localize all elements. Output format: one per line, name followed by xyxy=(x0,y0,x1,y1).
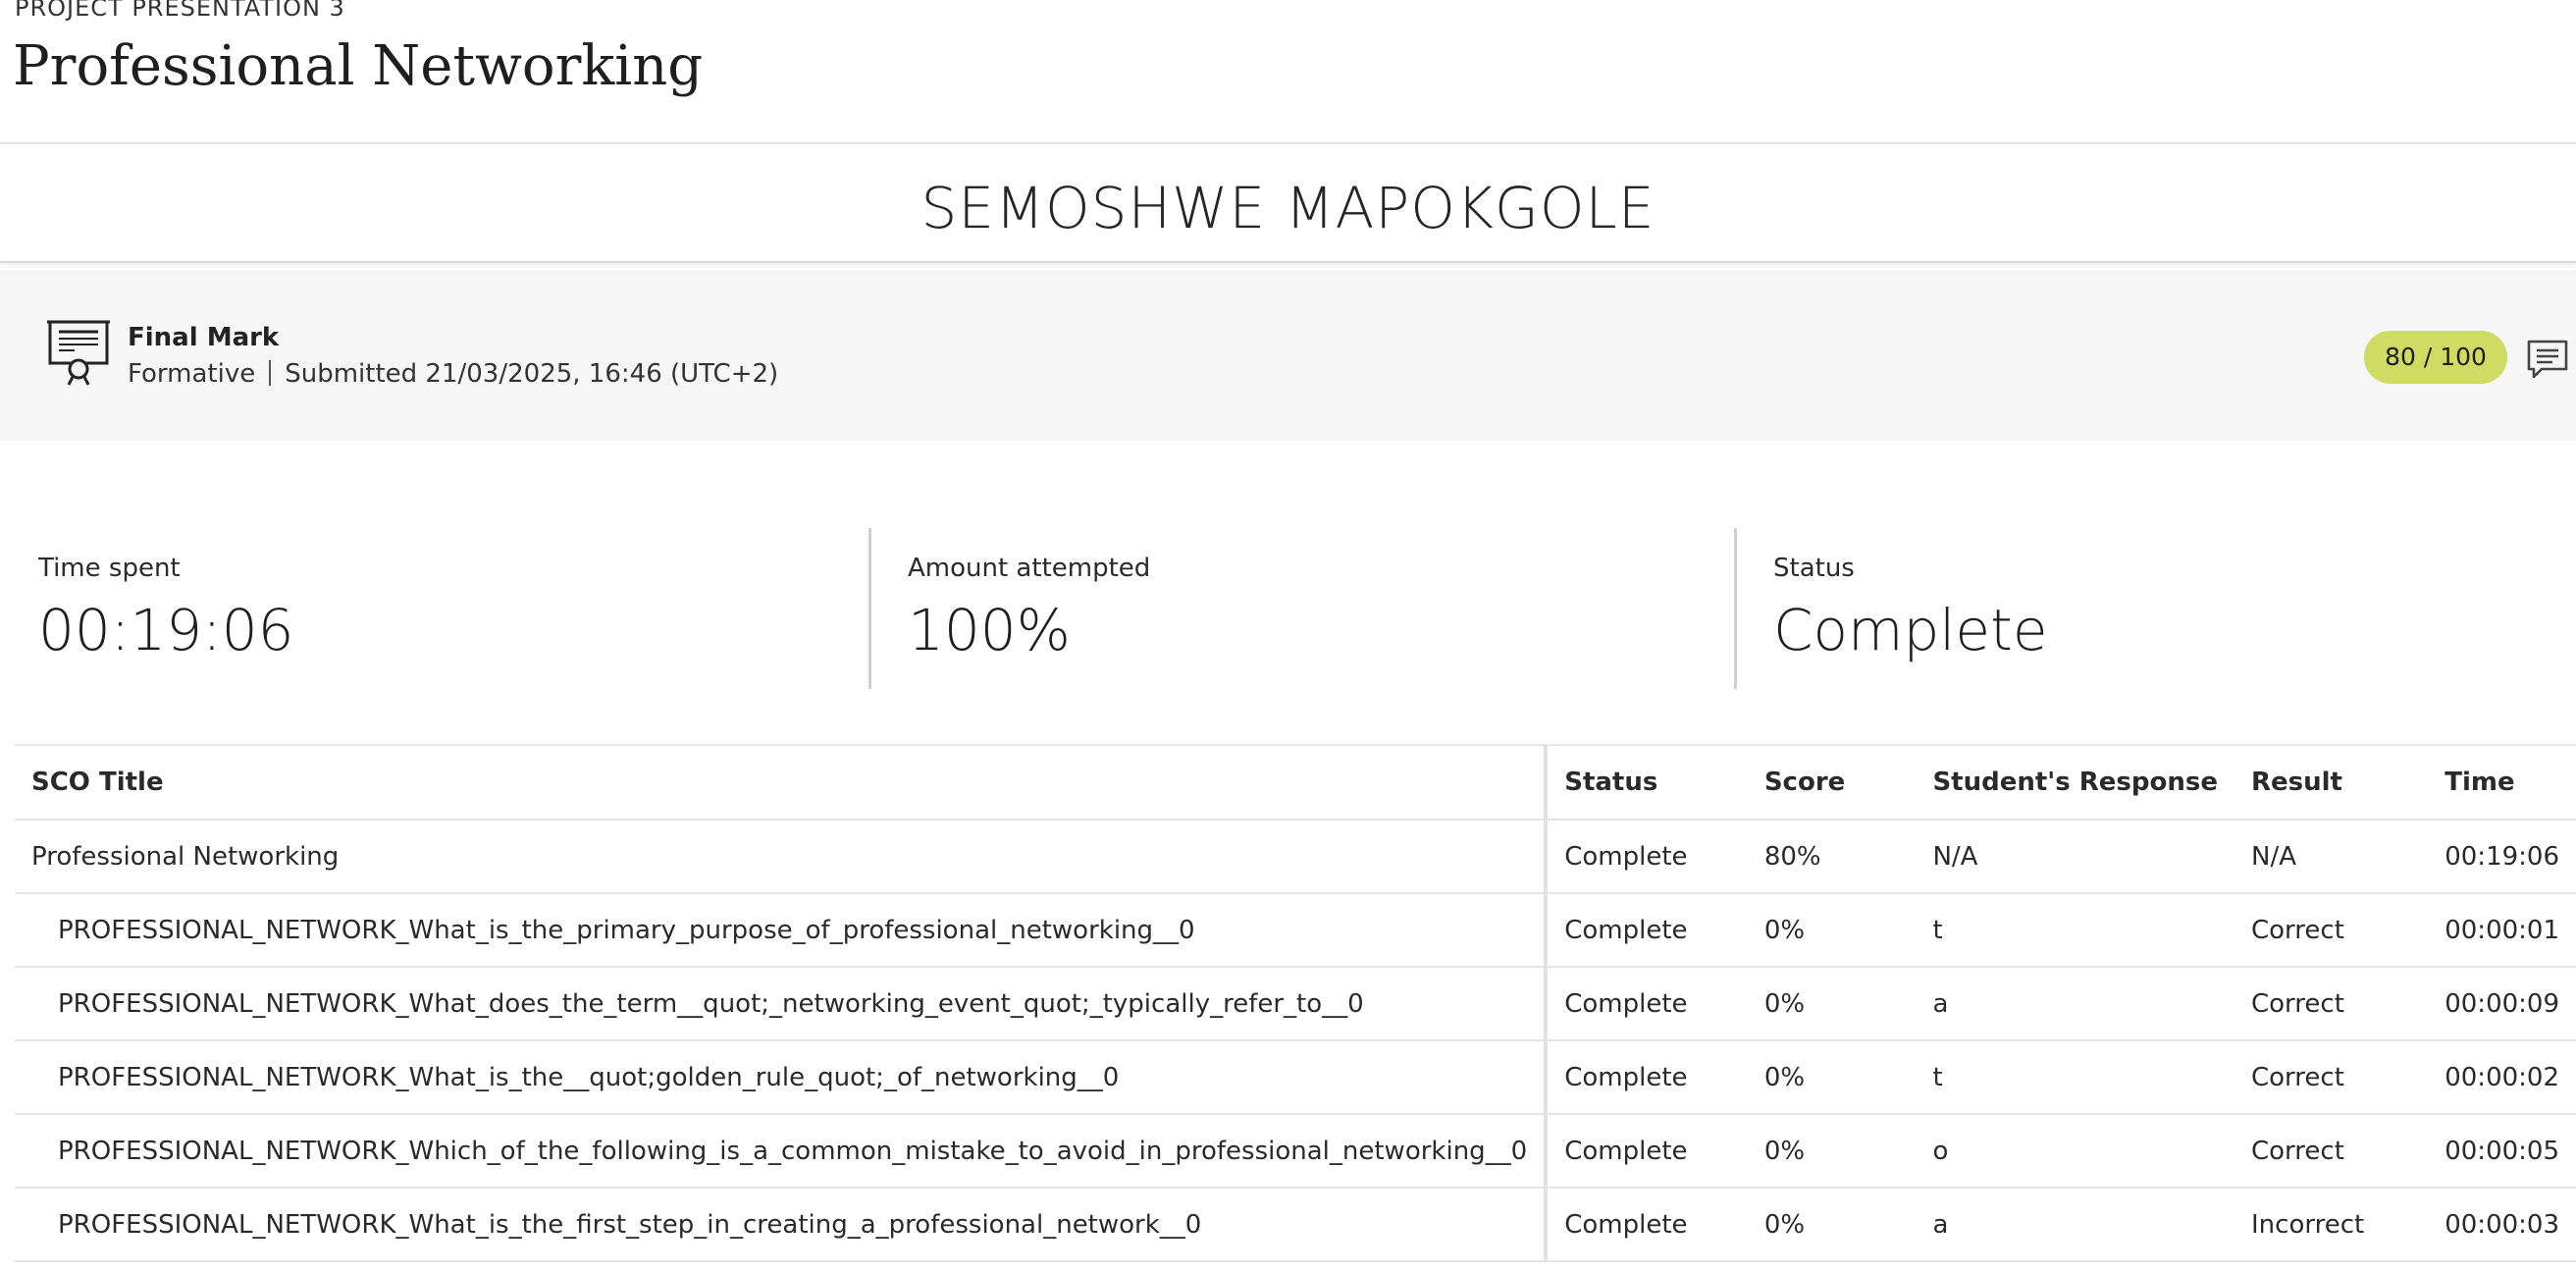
sco-result: Correct xyxy=(2234,893,2429,968)
sco-response: N/A xyxy=(1916,820,2234,894)
page-overline: PROJECT PRESENTATION 3 xyxy=(15,0,345,22)
sco-status: Complete xyxy=(1546,1114,1748,1189)
sco-result: Correct xyxy=(2234,1040,2429,1115)
sco-score: 0% xyxy=(1747,1188,1917,1262)
sco-time: 00:00:01 xyxy=(2428,893,2576,968)
sco-title: PROFESSIONAL_NETWORK_What_is_the_first_s… xyxy=(15,1188,1549,1262)
sco-status: Complete xyxy=(1546,1188,1748,1262)
sco-score: 0% xyxy=(1747,1040,1917,1115)
stat-value: 00:19:06 xyxy=(38,597,294,663)
sco-score: 0% xyxy=(1747,967,1917,1041)
sco-status: Complete xyxy=(1546,967,1748,1041)
sco-status: Complete xyxy=(1546,820,1748,894)
stat-label: Status xyxy=(1773,554,1855,583)
column-header-response: Student's Response xyxy=(1916,744,2234,821)
column-header-score: Score xyxy=(1747,744,1917,821)
table-row: PROFESSIONAL_NETWORK_Which_of_the_follow… xyxy=(15,1114,2576,1189)
sco-score: 0% xyxy=(1747,1114,1917,1189)
comment-icon[interactable] xyxy=(2526,338,2569,381)
final-mark-meta: Formative Submitted 21/03/2025, 16:46 (UT… xyxy=(128,357,778,391)
sco-result: Correct xyxy=(2234,1114,2429,1189)
sco-time: 00:00:02 xyxy=(2428,1040,2576,1115)
learner-name: SEMOSHWE MAPOKGOLE xyxy=(920,175,1656,241)
page-title: Professional Networking xyxy=(13,34,704,98)
stat-label: Amount attempted xyxy=(908,554,1151,583)
column-header-sco-title: SCO Title xyxy=(15,744,1549,821)
assessment-type: Formative xyxy=(128,359,256,389)
sco-result: Correct xyxy=(2234,967,2429,1041)
sco-title: PROFESSIONAL_NETWORK_What_is_the_primary… xyxy=(15,893,1549,968)
summary-stats: Time spent 00:19:06 Amount attempted 100… xyxy=(0,528,2576,689)
sco-response: a xyxy=(1916,967,2234,1041)
sco-title: PROFESSIONAL_NETWORK_What_is_the__quot;g… xyxy=(15,1040,1549,1115)
sco-title: Professional Networking xyxy=(15,820,1549,894)
stat-amount-attempted: Amount attempted 100% xyxy=(868,528,1734,689)
sco-status: Complete xyxy=(1546,1040,1748,1115)
column-header-result: Result xyxy=(2234,744,2429,821)
stat-label: Time spent xyxy=(38,554,181,583)
sco-result: N/A xyxy=(2234,820,2429,894)
sco-time: 00:00:03 xyxy=(2428,1188,2576,1262)
table-row: PROFESSIONAL_NETWORK_What_is_the_first_s… xyxy=(15,1188,2576,1262)
column-header-status: Status xyxy=(1546,744,1748,821)
sco-results-table: SCO Title Status Score Student's Respons… xyxy=(15,744,2576,1262)
sco-score: 0% xyxy=(1747,893,1917,968)
table-row: PROFESSIONAL_NETWORK_What_is_the__quot;g… xyxy=(15,1040,2576,1115)
column-header-time: Time xyxy=(2428,744,2576,821)
sco-response: t xyxy=(1916,893,2234,968)
sco-response: t xyxy=(1916,1040,2234,1115)
table-row: PROFESSIONAL_NETWORK_What_is_the_primary… xyxy=(15,893,2576,968)
sco-title: PROFESSIONAL_NETWORK_Which_of_the_follow… xyxy=(15,1114,1549,1189)
meta-divider xyxy=(269,360,272,386)
stat-time-spent: Time spent 00:19:06 xyxy=(0,528,868,689)
table-row: PROFESSIONAL_NETWORK_What_does_the_term_… xyxy=(15,967,2576,1041)
certificate-presentation-icon xyxy=(47,320,110,386)
sco-status: Complete xyxy=(1546,893,1748,968)
sco-score: 80% xyxy=(1747,820,1917,894)
sco-response: o xyxy=(1916,1114,2234,1189)
final-mark-label: Final Mark xyxy=(128,323,280,352)
submitted-timestamp: Submitted 21/03/2025, 16:46 (UTC+2) xyxy=(285,359,779,389)
sco-title: PROFESSIONAL_NETWORK_What_does_the_term_… xyxy=(15,967,1549,1041)
final-mark-panel: Final Mark Formative Submitted 21/03/2025… xyxy=(0,270,2576,441)
stat-value: Complete xyxy=(1773,597,2048,663)
table-header-row: SCO Title Status Score Student's Respons… xyxy=(15,744,2576,821)
sco-time: 00:19:06 xyxy=(2428,820,2576,894)
sco-result: Incorrect xyxy=(2234,1188,2429,1262)
sco-time: 00:00:05 xyxy=(2428,1114,2576,1189)
sco-response: a xyxy=(1916,1188,2234,1262)
table-row: Professional Networking Complete 80% N/A… xyxy=(15,820,2576,894)
learner-name-band: SEMOSHWE MAPOKGOLE xyxy=(0,142,2576,263)
score-badge[interactable]: 80 / 100 xyxy=(2364,331,2507,384)
stat-value: 100% xyxy=(908,597,1071,663)
sco-time: 00:00:09 xyxy=(2428,967,2576,1041)
stat-status: Status Complete xyxy=(1734,528,2576,689)
